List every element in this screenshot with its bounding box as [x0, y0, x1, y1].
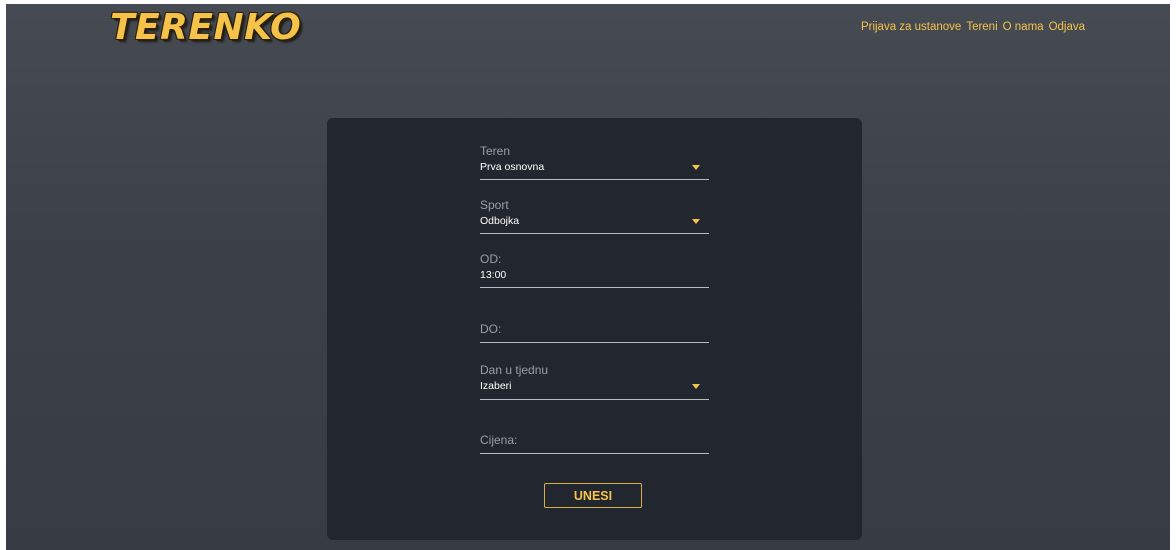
- entry-form-card: Teren Prva osnovna Sport Odbojka OD: 13:…: [327, 118, 862, 540]
- caret-down-icon[interactable]: [692, 384, 700, 389]
- nav-link-odjava[interactable]: Odjava: [1049, 21, 1085, 33]
- dan-u-tjednu-select[interactable]: Dan u tjednu Izaberi: [480, 363, 709, 400]
- nav-link-o-nama[interactable]: O nama: [1003, 21, 1044, 33]
- dan-u-tjednu-label: Dan u tjednu: [480, 363, 549, 377]
- sport-select[interactable]: Sport Odbojka: [480, 198, 709, 234]
- do-time-input[interactable]: DO:: [480, 315, 709, 343]
- dan-u-tjednu-value: Izaberi: [480, 380, 512, 392]
- nav-link-tereni[interactable]: Tereni: [966, 21, 997, 33]
- nav-link-prijava-za-ustanove[interactable]: Prijava za ustanove: [861, 21, 961, 33]
- sport-value: Odbojka: [480, 215, 520, 227]
- od-time-input[interactable]: OD: 13:00: [480, 252, 709, 288]
- top-nav: Prijava za ustanove Tereni O nama Odjava: [861, 21, 1085, 33]
- do-label: DO:: [480, 322, 502, 336]
- od-label: OD:: [480, 252, 502, 266]
- app-window: TERENKO Prijava za ustanove Tereni O nam…: [6, 4, 1170, 550]
- teren-label: Teren: [480, 144, 511, 158]
- cijena-label: Cijena:: [480, 433, 518, 447]
- unesi-button[interactable]: UNESI: [544, 483, 642, 508]
- teren-value: Prva osnovna: [480, 161, 545, 173]
- teren-select[interactable]: Teren Prva osnovna: [480, 144, 709, 180]
- cijena-input[interactable]: Cijena:: [480, 426, 709, 454]
- sport-label: Sport: [480, 198, 509, 212]
- caret-down-icon[interactable]: [692, 219, 700, 224]
- logo[interactable]: TERENKO: [110, 6, 301, 50]
- caret-down-icon[interactable]: [692, 165, 700, 170]
- od-value: 13:00: [480, 269, 507, 281]
